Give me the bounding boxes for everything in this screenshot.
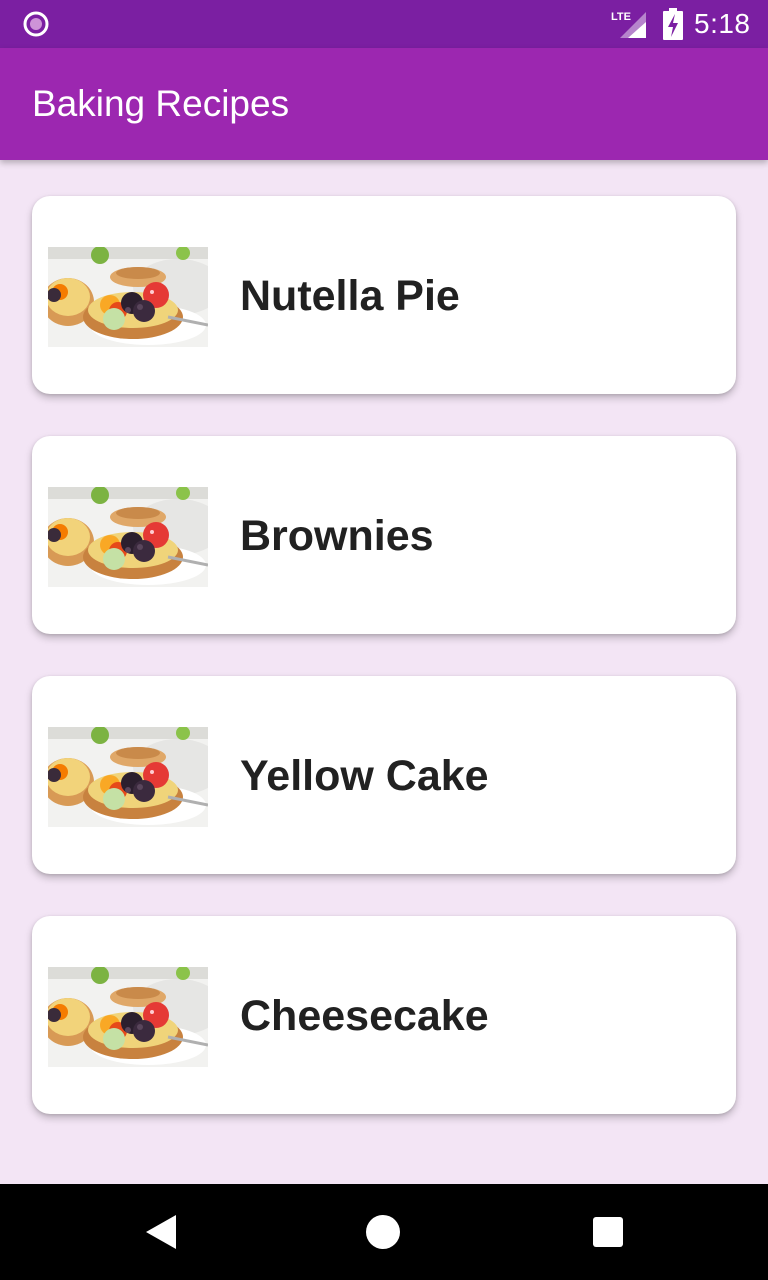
back-triangle-icon[interactable]: [144, 1214, 178, 1250]
recipe-name: Cheesecake: [240, 992, 489, 1040]
recipe-card-brownies[interactable]: Brownies: [32, 436, 736, 634]
fruit-tart-image: [48, 247, 208, 347]
status-bar: LTE 5:18: [0, 0, 768, 48]
fruit-tart-image: [48, 487, 208, 587]
battery-charging-icon: [663, 8, 683, 40]
app-bar: Baking Recipes: [0, 48, 768, 160]
app-title: Baking Recipes: [32, 83, 290, 124]
recipe-card-nutella-pie[interactable]: Nutella Pie: [32, 196, 736, 394]
lte-signal-icon: LTE: [611, 11, 646, 38]
fruit-tart-image: [48, 727, 208, 827]
lte-label: LTE: [611, 11, 631, 23]
navigation-bar: [0, 1184, 768, 1280]
recipe-name: Nutella Pie: [240, 272, 460, 320]
recipe-list: Nutella Pie Brownies Yellow Cake Cheesec…: [32, 196, 736, 1114]
status-time: 5:18: [694, 8, 751, 39]
app-screen: LTE 5:18 Baking Recipes Nutella Pie Brow…: [0, 0, 768, 1280]
recipe-name: Yellow Cake: [240, 752, 489, 800]
notification-circle-icon: [23, 11, 49, 37]
recipe-name: Brownies: [240, 512, 434, 560]
recipe-card-cheesecake[interactable]: Cheesecake: [32, 916, 736, 1114]
fruit-tart-image: [48, 967, 208, 1067]
home-circle-icon[interactable]: [366, 1215, 400, 1249]
recipe-card-yellow-cake[interactable]: Yellow Cake: [32, 676, 736, 874]
recents-square-icon[interactable]: [593, 1217, 623, 1247]
